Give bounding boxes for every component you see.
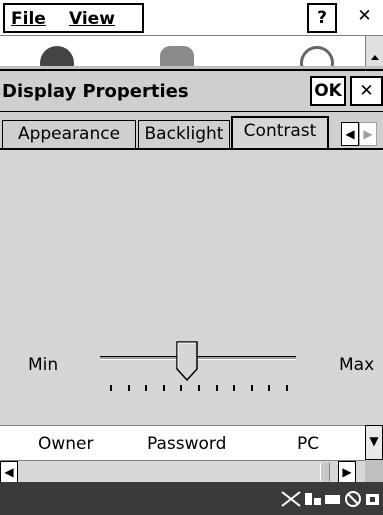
contrast-panel: Min Max <box>0 148 383 427</box>
clock-icon[interactable] <box>300 46 334 66</box>
slider-tick <box>215 385 218 391</box>
tab-appearance[interactable]: Appearance <box>2 120 136 148</box>
column-pc[interactable]: PC <box>297 434 319 454</box>
horizontal-scrollbar[interactable]: ◀ ▶ <box>0 460 365 483</box>
gear-icon[interactable] <box>160 46 194 66</box>
min-label: Min <box>28 355 59 375</box>
view-menu[interactable]: View <box>69 9 115 29</box>
contrast-slider-thumb[interactable] <box>176 341 199 381</box>
battery-icon[interactable] <box>324 490 342 508</box>
list-scroll-down[interactable]: ▼ <box>365 425 383 460</box>
scroll-thumb[interactable] <box>320 463 330 481</box>
chevron-up-icon <box>371 55 379 60</box>
scroll-corner <box>365 460 383 482</box>
tab-scroll-left[interactable]: ◀ <box>341 122 359 146</box>
slider-tick <box>110 385 112 391</box>
slider-tick <box>268 385 271 391</box>
control-panel-icons <box>0 36 383 66</box>
column-owner[interactable]: Owner <box>38 434 94 454</box>
help-button[interactable]: ? <box>307 3 337 33</box>
app-scroll-up[interactable] <box>365 36 383 66</box>
slider-tick <box>162 385 165 391</box>
tab-row: Appearance Backlight Contrast ◀ ▶ <box>0 112 383 149</box>
slider-tick <box>250 385 253 391</box>
file-menu[interactable]: File <box>11 9 46 29</box>
dialog-titlebar: Display Properties OK ✕ <box>0 71 383 112</box>
power-icon[interactable] <box>364 490 382 508</box>
column-password[interactable]: Password <box>147 434 226 454</box>
ok-button[interactable]: OK <box>310 76 346 106</box>
app-menubar: File View ? ✕ <box>0 0 383 36</box>
display-properties-dialog: Display Properties OK ✕ Appearance Backl… <box>0 69 383 427</box>
taskbar <box>0 482 383 515</box>
slider-tick <box>127 385 130 391</box>
slider-tick <box>145 385 148 391</box>
app-close-button[interactable]: ✕ <box>348 3 381 33</box>
slider-tick <box>233 385 236 391</box>
slider-tick <box>180 385 183 391</box>
scroll-left-button[interactable]: ◀ <box>0 461 18 483</box>
input-panel-icon[interactable] <box>304 490 322 508</box>
max-label: Max <box>339 355 375 375</box>
tab-contrast[interactable]: Contrast <box>231 116 329 149</box>
tab-backlight[interactable]: Backlight <box>138 120 230 148</box>
no-sound-icon[interactable] <box>344 490 362 508</box>
slider-tick <box>286 385 288 391</box>
user-info-list: Owner Password PC <box>0 425 383 460</box>
tab-scroll-right[interactable]: ▶ <box>359 122 377 146</box>
dialog-title: Display Properties <box>2 81 189 102</box>
slider-tick <box>198 385 200 391</box>
no-connection-icon[interactable] <box>280 490 302 508</box>
menu-box: File View <box>3 3 144 33</box>
dialog-close-button[interactable]: ✕ <box>350 76 383 106</box>
bluetooth-icon[interactable] <box>40 46 74 66</box>
scroll-right-button[interactable]: ▶ <box>338 461 356 483</box>
